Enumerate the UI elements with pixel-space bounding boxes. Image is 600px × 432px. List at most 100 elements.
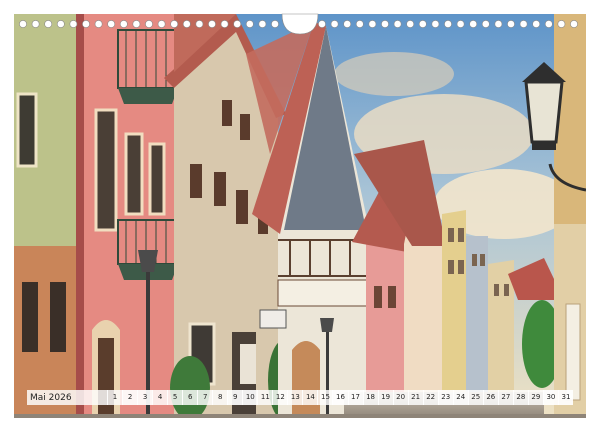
window (222, 100, 232, 126)
binding-hole (69, 20, 78, 28)
day-cell: 25 (467, 390, 483, 405)
window (214, 172, 226, 206)
binding-hole (132, 20, 141, 28)
hanger-cutout (281, 13, 319, 35)
date-strip: Mai 2026 1 2 3 4 5 6 7 8 9 10 11 12 13 14 15 16 17 18 19 20… (27, 390, 573, 405)
day-cell: 11 (257, 390, 272, 405)
window (448, 260, 454, 274)
binding-hole (107, 20, 116, 28)
binding-hole (245, 20, 254, 28)
binding-hole (381, 20, 389, 28)
day-cell: 28 (512, 390, 528, 405)
window (472, 254, 477, 266)
window (16, 92, 38, 168)
binding-hole (418, 20, 427, 28)
binding-hole (406, 20, 415, 28)
day-cell: 30 (542, 390, 558, 405)
binding-hole (233, 20, 242, 28)
day-cell: 8 (212, 390, 227, 405)
binding-hole (469, 20, 478, 28)
day-cell: 18 (362, 390, 378, 405)
day-cell: 22 (422, 390, 438, 405)
binding-hole (119, 20, 128, 28)
calendar-page: Mai 2026 1 2 3 4 5 6 7 8 9 10 11 12 13 14 15 16 17 18 19 20… (0, 0, 600, 432)
day-cell: 20 (392, 390, 408, 405)
window (94, 108, 118, 232)
binding-hole (271, 20, 279, 28)
day-cell: 7 (197, 390, 212, 405)
day-cell: 6 (182, 390, 197, 405)
binding-hole (557, 20, 566, 28)
binding-hole (330, 20, 339, 28)
binding-hole (444, 20, 452, 28)
day-cell: 31 (557, 390, 573, 405)
binding-hole (393, 20, 402, 28)
binding-hole (355, 20, 364, 28)
binding-hole (258, 20, 267, 28)
binding-hole (145, 20, 153, 28)
window (124, 132, 144, 216)
window (240, 114, 250, 140)
day-cell: 4 (152, 390, 167, 405)
binding-hole (544, 20, 553, 28)
binding-holes (19, 13, 578, 35)
binding-hole (431, 20, 440, 28)
window (458, 260, 464, 274)
shrub (170, 356, 210, 418)
ornament-band (277, 279, 369, 307)
binding-hole (31, 20, 40, 28)
binding-hole (481, 20, 490, 28)
street-photo (14, 14, 586, 418)
binding-hole (507, 20, 515, 28)
day-cell: 19 (377, 390, 393, 405)
day-cell: 15 (317, 390, 332, 405)
binding-hole (343, 20, 352, 28)
day-cell: 29 (527, 390, 543, 405)
window (448, 228, 454, 242)
shop-sign (259, 309, 287, 329)
window (504, 284, 509, 296)
binding-hole (368, 20, 377, 28)
arch-door (292, 341, 320, 418)
binding-hole (318, 20, 326, 28)
day-cell: 2 (122, 390, 138, 405)
binding-hole (208, 20, 216, 28)
window (236, 190, 248, 224)
month-label: Mai 2026 (30, 392, 72, 403)
day-cells: 1 2 3 4 5 6 7 8 9 10 11 12 13 14 15 16 17 18 19 20 21 22 23 24 2… (107, 390, 573, 405)
window (50, 282, 66, 352)
day-cell: 27 (497, 390, 513, 405)
binding-hole (44, 20, 53, 28)
binding-hole (82, 20, 90, 28)
binding-hole (220, 20, 229, 28)
binding-hole (157, 20, 166, 28)
day-cell: 14 (302, 390, 317, 405)
day-cell: 13 (287, 390, 302, 405)
binding-hole (532, 20, 541, 28)
window (388, 286, 396, 308)
window (565, 303, 581, 401)
window (480, 254, 485, 266)
day-cell: 5 (167, 390, 182, 405)
day-cell: 16 (332, 390, 348, 405)
day-cell: 9 (227, 390, 243, 405)
window (374, 286, 382, 308)
binding-hole (519, 20, 528, 28)
day-cell: 1 (107, 390, 122, 405)
binding-hole (94, 20, 103, 28)
binding-hole (182, 20, 191, 28)
window (148, 142, 166, 216)
day-cell: 21 (407, 390, 423, 405)
binding-hole (570, 20, 578, 28)
day-cell: 23 (437, 390, 453, 405)
window (494, 284, 499, 296)
cloud (334, 52, 454, 96)
day-cell: 3 (137, 390, 153, 405)
day-cell: 17 (347, 390, 363, 405)
window (22, 282, 38, 352)
binding-hole (456, 20, 465, 28)
binding-hole (494, 20, 503, 28)
day-cell: 12 (272, 390, 287, 405)
window (458, 228, 464, 242)
binding-hole (170, 20, 179, 28)
